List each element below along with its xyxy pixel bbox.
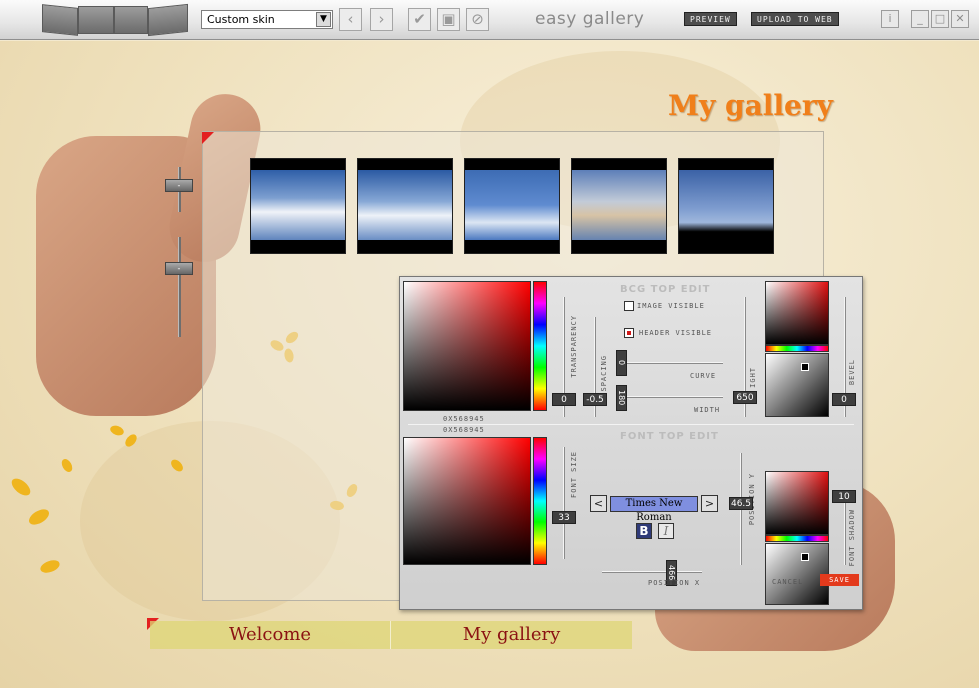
- info-button[interactable]: i: [881, 10, 899, 28]
- font-size-label: FONT SIZE: [570, 451, 578, 498]
- gallery-thumbnail[interactable]: [571, 158, 667, 254]
- header-visible-label: HEADER VISIBLE: [639, 329, 713, 337]
- close-icon: ✕: [955, 12, 965, 25]
- image-visible-checkbox[interactable]: [624, 301, 634, 311]
- font-section-title: FONT TOP EDIT: [620, 431, 719, 442]
- minimize-icon: _: [917, 12, 923, 25]
- resize-handle-top-left[interactable]: [202, 132, 214, 144]
- bcg-section-title: BCG TOP EDIT: [620, 284, 711, 295]
- position-x-label: POSITION X: [648, 579, 701, 587]
- gallery-thumbnail[interactable]: [357, 158, 453, 254]
- forward-button[interactable]: ›: [370, 8, 393, 31]
- font-secondary-hue-slider[interactable]: [765, 535, 829, 542]
- skin-dropdown-value: Custom skin: [207, 13, 275, 26]
- height-value[interactable]: 650: [733, 391, 757, 404]
- lock-icon: ▣: [441, 10, 456, 28]
- bcg-gradient-preview[interactable]: [765, 353, 829, 417]
- bcg-color-picker[interactable]: [403, 281, 531, 411]
- cancel-tool-button[interactable]: ⊘: [466, 8, 489, 31]
- position-y-value[interactable]: 46.5: [729, 497, 753, 510]
- image-visible-label: IMAGE VISIBLE: [637, 302, 705, 310]
- italic-toggle[interactable]: I: [658, 523, 674, 539]
- gallery-thumbnail[interactable]: [250, 158, 346, 254]
- save-button[interactable]: SAVE: [820, 574, 859, 586]
- curve-slider[interactable]: [618, 362, 723, 364]
- curve-handle[interactable]: 0: [616, 350, 627, 376]
- bcg-secondary-color-picker[interactable]: [765, 281, 829, 345]
- bold-toggle[interactable]: B: [636, 523, 652, 539]
- transparency-value[interactable]: 0: [552, 393, 576, 406]
- chevron-down-icon[interactable]: ▼: [316, 12, 331, 27]
- bevel-value[interactable]: 0: [832, 393, 856, 406]
- no-entry-icon: ⊘: [471, 10, 484, 28]
- height-label: IGHT: [749, 367, 757, 388]
- font-size-value[interactable]: 33: [552, 511, 576, 524]
- skin-dropdown[interactable]: Custom skin ▼: [201, 10, 333, 29]
- maximize-button[interactable]: □: [931, 10, 949, 28]
- font-size-slider[interactable]: [563, 447, 565, 559]
- width-slider[interactable]: [618, 396, 723, 398]
- header-editor-panel: 0X568945 BCG TOP EDIT TRANSPARENCY 0 SPA…: [399, 276, 863, 610]
- width-label: WIDTH: [694, 406, 721, 414]
- position-x-slider[interactable]: [602, 571, 702, 573]
- font-family-select[interactable]: Times New Roman: [610, 496, 698, 523]
- gallery-thumbnail[interactable]: [464, 158, 560, 254]
- apply-button[interactable]: ✔: [408, 8, 431, 31]
- chevron-right-icon: >: [704, 497, 715, 510]
- chevron-left-icon: <: [593, 497, 604, 510]
- maximize-icon: □: [934, 12, 946, 25]
- font-color-picker[interactable]: [403, 437, 531, 565]
- font-hue-slider[interactable]: [533, 437, 547, 565]
- vertical-slider-track[interactable]: [178, 237, 181, 337]
- font-shadow-label: FONT SHADOW: [848, 509, 856, 567]
- nav-item-my-gallery[interactable]: My gallery: [391, 621, 632, 649]
- section-divider: [408, 424, 854, 425]
- close-button[interactable]: ✕: [951, 10, 969, 28]
- app-logo: [42, 3, 190, 37]
- navigation-bar: Welcome My gallery: [150, 621, 632, 649]
- font-prev-button[interactable]: <: [590, 495, 607, 512]
- bcg-secondary-hue-slider[interactable]: [765, 345, 829, 352]
- nav-item-welcome[interactable]: Welcome: [150, 621, 391, 649]
- lock-button[interactable]: ▣: [437, 8, 460, 31]
- chevron-right-icon: ›: [378, 10, 385, 28]
- font-color-hex: 0X568945: [443, 426, 485, 434]
- gallery-title[interactable]: My gallery: [668, 89, 833, 122]
- cancel-button[interactable]: CANCEL: [772, 578, 803, 586]
- gallery-thumbnail[interactable]: [678, 158, 774, 254]
- info-icon: i: [888, 12, 892, 25]
- bcg-color-hex: 0X568945: [443, 415, 485, 423]
- color-marker[interactable]: [801, 363, 809, 371]
- width-handle[interactable]: 180: [616, 385, 627, 411]
- minimize-button[interactable]: _: [911, 10, 929, 28]
- back-button[interactable]: ‹: [339, 8, 362, 31]
- bcg-hue-slider[interactable]: [533, 281, 547, 411]
- font-secondary-color-picker[interactable]: [765, 471, 829, 535]
- font-next-button[interactable]: >: [701, 495, 718, 512]
- toolbar: Custom skin ▼ ‹ › ✔ ▣ ⊘ easy gallery PRE…: [0, 0, 979, 40]
- spacing-value[interactable]: -0.5: [583, 393, 607, 406]
- color-marker[interactable]: [801, 553, 809, 561]
- check-icon: ✔: [413, 10, 426, 28]
- app-title: easy gallery: [535, 9, 645, 29]
- chevron-left-icon: ‹: [347, 10, 354, 28]
- transparency-label: TRANSPARENCY: [570, 315, 578, 378]
- header-visible-checkbox[interactable]: [624, 328, 634, 338]
- curve-label: CURVE: [690, 372, 717, 380]
- spacing-label: SPACING: [600, 355, 608, 392]
- bevel-label: BEVEL: [848, 359, 856, 386]
- upload-to-web-button[interactable]: UPLOAD TO WEB: [751, 12, 839, 26]
- slider-handle[interactable]: -: [165, 179, 193, 192]
- preview-button[interactable]: PREVIEW: [684, 12, 737, 26]
- slider-handle[interactable]: -: [165, 262, 193, 275]
- font-shadow-value[interactable]: 10: [832, 490, 856, 503]
